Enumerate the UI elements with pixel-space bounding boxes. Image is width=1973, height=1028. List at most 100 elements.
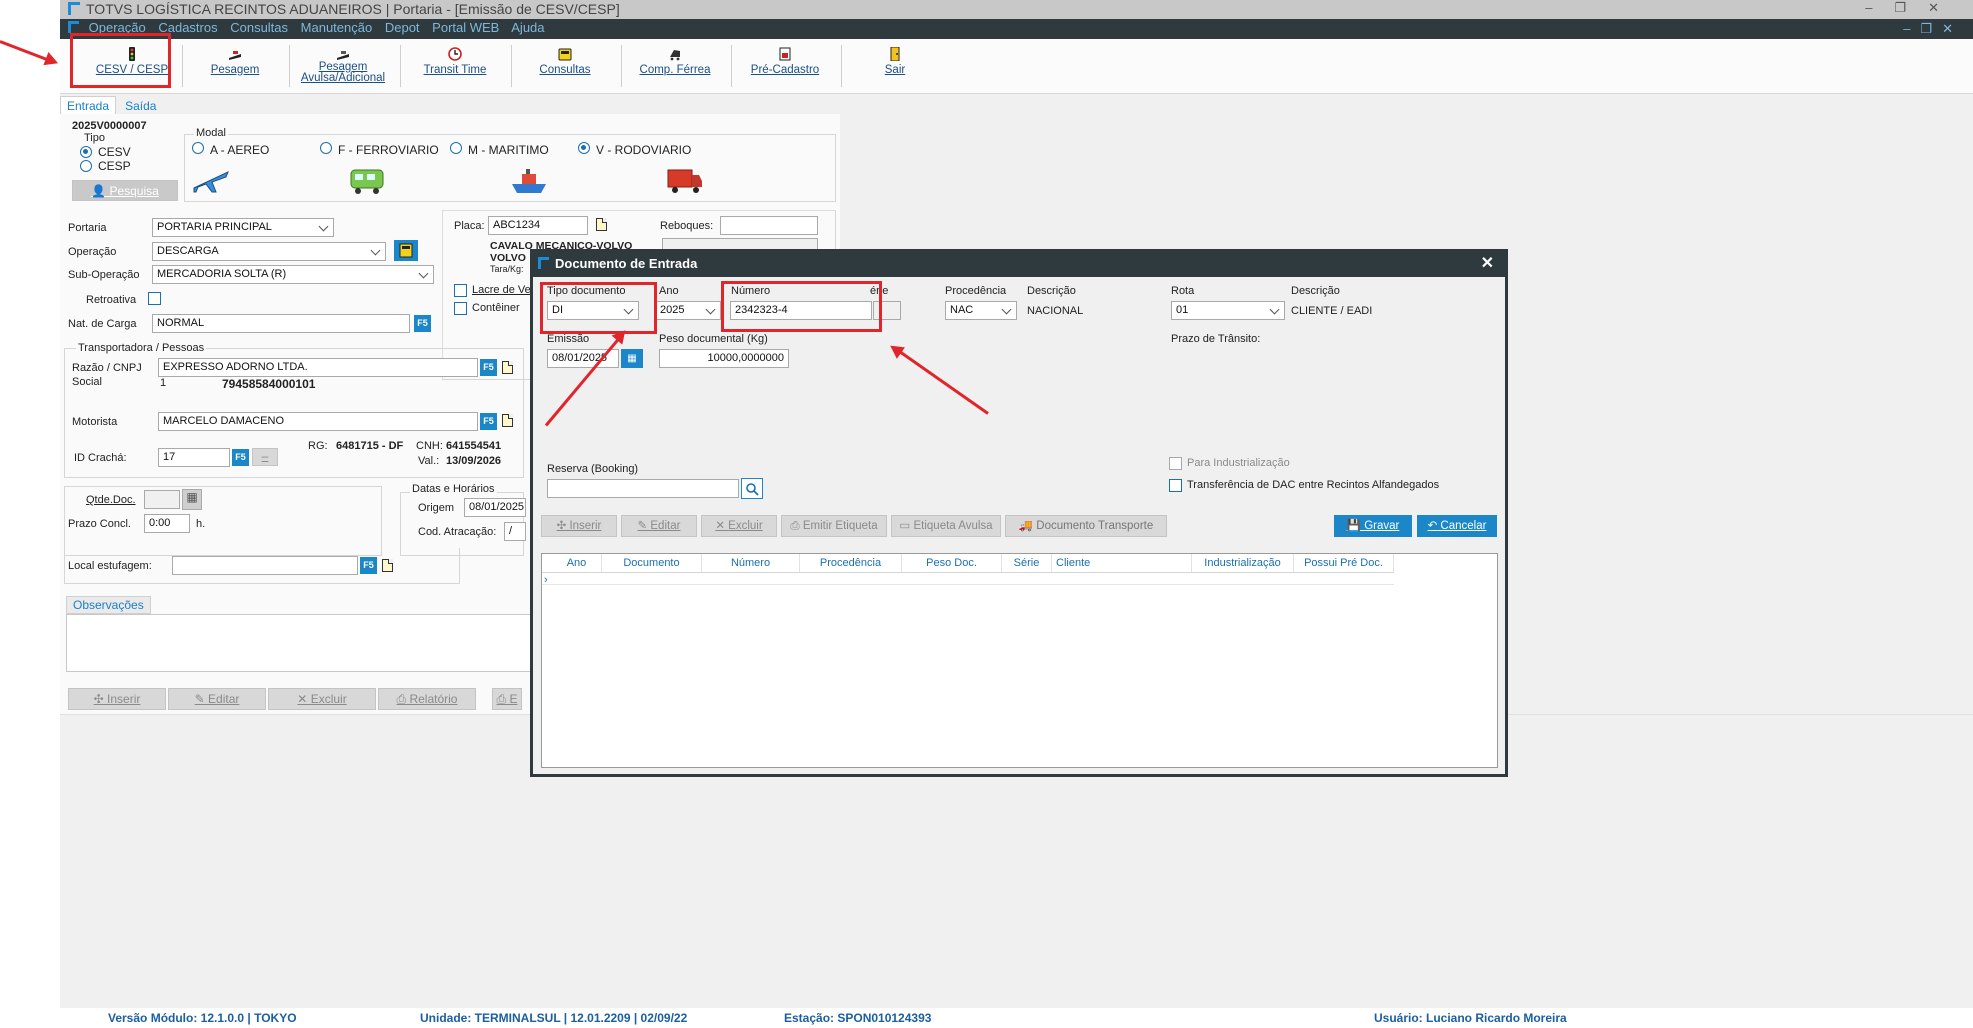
user-search-icon: 👤 <box>91 184 107 198</box>
id-cracha-field[interactable]: 17 <box>158 448 230 467</box>
search-icon[interactable] <box>741 478 763 499</box>
razao-f5-button[interactable]: F5 <box>480 359 497 376</box>
razao-document-icon[interactable] <box>502 361 513 374</box>
dlg-editar-button[interactable]: ✎ Editar <box>621 515 697 537</box>
local-estufagem-document-icon[interactable] <box>382 559 393 572</box>
col-numero[interactable]: Número <box>702 554 800 572</box>
qtde-doc-grid-icon[interactable]: ▦ <box>182 489 202 510</box>
modal-aereo-radio[interactable] <box>192 142 204 154</box>
toolbar-separator <box>731 45 732 87</box>
col-peso-doc[interactable]: Peso Doc. <box>902 554 1002 572</box>
col-possui-pre-doc[interactable]: Possui Pré Doc. <box>1294 554 1394 572</box>
peso-field[interactable]: 10000,0000000 <box>659 349 789 368</box>
razao-field[interactable]: EXPRESSO ADORNO LTDA. <box>158 358 478 377</box>
calendar-icon[interactable]: ▦ <box>621 349 643 368</box>
scale-icon <box>337 51 349 60</box>
reserva-field[interactable] <box>547 479 739 498</box>
pesagem-button[interactable]: Pesagem <box>190 43 280 89</box>
status-unidade: Unidade: TERMINALSUL | 12.01.2209 | 02/0… <box>420 1011 688 1025</box>
ano-select[interactable]: 2025 <box>655 301 721 320</box>
sub-operacao-select[interactable]: MERCADORIA SOLTA (R) <box>152 265 434 284</box>
menu-depot[interactable]: Depot <box>385 20 420 35</box>
sair-button[interactable]: Sair <box>845 43 945 89</box>
retroativa-checkbox[interactable] <box>148 292 161 305</box>
dialog-title: Documento de Entrada <box>555 256 698 271</box>
col-cliente[interactable]: Cliente <box>1052 554 1192 572</box>
col-procedencia[interactable]: Procedência <box>800 554 902 572</box>
tipo-cesp-radio[interactable] <box>80 160 92 172</box>
observacoes-tab[interactable]: Observações <box>66 596 151 614</box>
nat-carga-f5-button[interactable]: F5 <box>414 315 431 332</box>
col-ano[interactable]: Ano <box>552 554 602 572</box>
modal-ferroviario-radio[interactable] <box>320 142 332 154</box>
dlg-etiqueta-avulsa-button[interactable]: ▭ Etiqueta Avulsa <box>891 515 1001 537</box>
prazo-field[interactable]: 0:00 <box>144 514 190 533</box>
lacre-checkbox[interactable] <box>454 284 467 297</box>
col-serie[interactable]: Série <box>1002 554 1052 572</box>
local-estufagem-field[interactable] <box>172 556 358 575</box>
menu-manutencao[interactable]: Manutenção <box>301 20 373 35</box>
totvs-logo-icon <box>68 21 79 33</box>
menu-consultas[interactable]: Consultas <box>230 20 288 35</box>
table-row[interactable] <box>542 584 1394 585</box>
dlg-emitir-etiqueta-button[interactable]: ⎙ Emitir Etiqueta <box>781 515 887 537</box>
placa-document-icon[interactable] <box>596 218 607 231</box>
transferencia-dac-checkbox[interactable] <box>1169 479 1182 492</box>
mdi-controls[interactable]: –❐✕ <box>1903 21 1963 37</box>
comp-ferrea-button[interactable]: Comp. Férrea <box>625 43 725 89</box>
cnh-value: 641554541 <box>446 440 502 452</box>
col-documento[interactable]: Documento <box>602 554 702 572</box>
motorista-field[interactable]: MARCELO DAMACENO <box>158 412 478 431</box>
main-more-button[interactable]: ⎙ E <box>492 688 522 710</box>
menu-portal-web[interactable]: Portal WEB <box>432 20 499 35</box>
dlg-inserir-button[interactable]: ✣ Inserir <box>541 515 617 537</box>
modal-rodoviario-radio[interactable] <box>578 142 590 154</box>
menu-ajuda[interactable]: Ajuda <box>511 20 544 35</box>
main-editar-button[interactable]: ✎ Editar <box>168 688 266 710</box>
tipo-cesv-radio[interactable] <box>80 146 92 158</box>
conteiner-checkbox[interactable] <box>454 302 467 315</box>
motorista-f5-button[interactable]: F5 <box>480 413 497 430</box>
modal-maritimo-radio[interactable] <box>450 142 462 154</box>
tab-entrada[interactable]: Entrada <box>60 96 117 115</box>
main-inserir-button[interactable]: ✣ Inserir <box>68 688 166 710</box>
close-icon[interactable]: ✕ <box>1481 253 1494 273</box>
modal-label: Modal <box>194 127 228 139</box>
transportadora-label: Transportadora / Pessoas <box>76 342 207 354</box>
cancelar-button[interactable]: ↶ Cancelar <box>1417 515 1497 537</box>
placa-field[interactable]: ABC1234 <box>488 216 588 235</box>
window-controls[interactable]: –❐✕ <box>1865 0 1961 16</box>
id-cracha-f5-button[interactable]: F5 <box>232 449 249 466</box>
cod-atracacao-field[interactable]: / <box>504 522 526 541</box>
rg-label: RG: <box>308 440 328 452</box>
tab-saida[interactable]: Saída <box>119 97 162 115</box>
main-excluir-button[interactable]: ✕ Excluir <box>268 688 376 710</box>
rota-select[interactable]: 01 <box>1171 301 1285 320</box>
reboques-field[interactable] <box>720 216 818 235</box>
dlg-excluir-button[interactable]: ✕ Excluir <box>701 515 777 537</box>
procedencia-select[interactable]: NAC <box>945 301 1017 320</box>
undo-icon: ↶ <box>1427 520 1438 532</box>
pre-register-icon <box>779 47 791 61</box>
descricao-value: NACIONAL <box>1027 305 1084 317</box>
val-value: 13/09/2026 <box>446 455 502 467</box>
col-industrializacao[interactable]: Industrialização <box>1192 554 1294 572</box>
nat-carga-field[interactable]: NORMAL <box>152 314 410 333</box>
operacao-lookup-button[interactable] <box>394 240 418 261</box>
retroativa-label: Retroativa <box>86 294 137 306</box>
local-estufagem-f5-button[interactable]: F5 <box>360 557 377 574</box>
id-cracha-minus-button[interactable]: – <box>252 448 278 466</box>
consultas-button[interactable]: Consultas <box>515 43 615 89</box>
operacao-select[interactable]: DESCARGA <box>152 242 386 261</box>
gravar-button[interactable]: 💾 Gravar <box>1334 515 1412 537</box>
transit-time-button[interactable]: Transit Time <box>405 43 505 89</box>
pre-cadastro-button[interactable]: Pré-Cadastro <box>735 43 835 89</box>
origem-field[interactable]: 08/01/2025 <box>464 498 526 517</box>
pesagem-avulsa-button[interactable]: Pesagem Avulsa/Adicional <box>293 43 393 89</box>
para-industrializacao-checkbox[interactable] <box>1169 457 1182 470</box>
motorista-document-icon[interactable] <box>502 414 513 427</box>
pesquisa-button[interactable]: 👤 Pesquisa <box>72 180 178 201</box>
dlg-documento-transporte-button[interactable]: 🚚 Documento Transporte <box>1005 515 1167 537</box>
portaria-select[interactable]: PORTARIA PRINCIPAL <box>152 218 334 237</box>
main-relatorio-button[interactable]: ⎙ Relatório <box>378 688 476 710</box>
